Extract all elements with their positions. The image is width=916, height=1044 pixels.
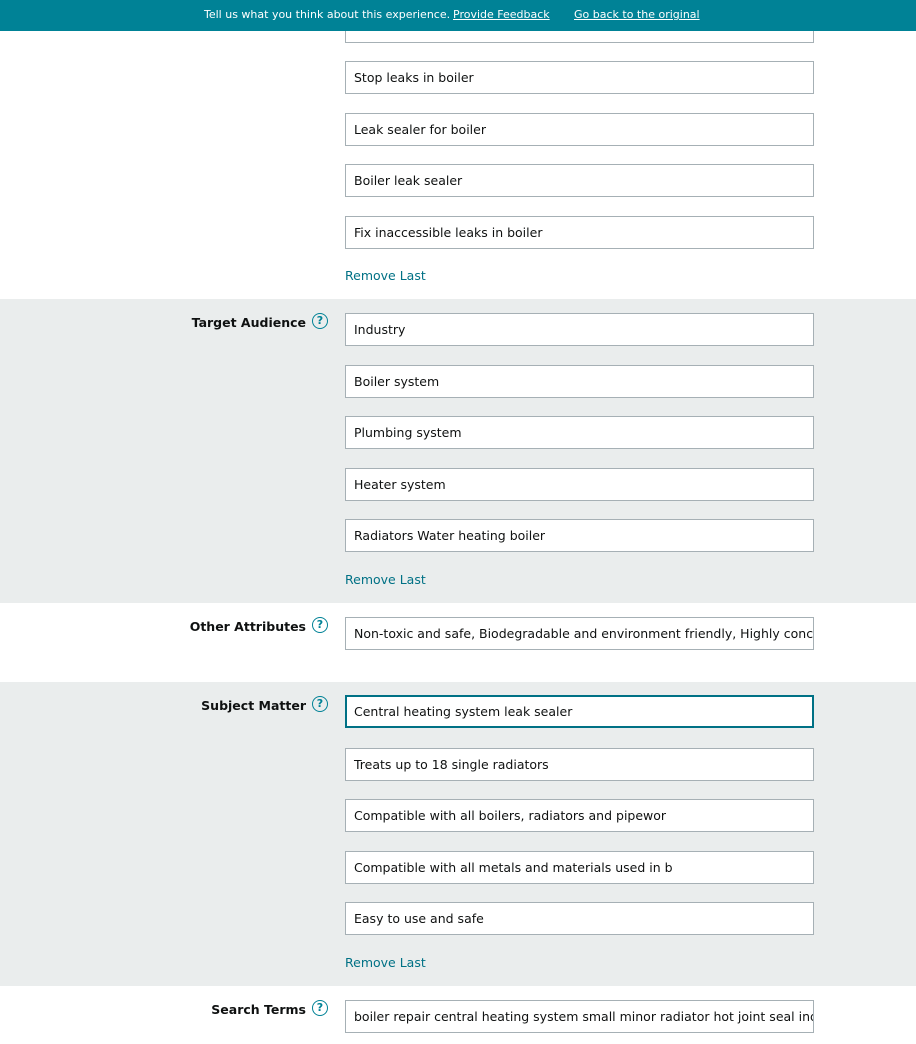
subject-matter-label: Subject Matter (201, 698, 306, 713)
other-attributes-input[interactable]: Non-toxic and safe, Biodegradable and en… (345, 617, 814, 650)
subject-matter-input[interactable]: Central heating system leak sealer (345, 695, 814, 728)
intended-use-input[interactable]: Fix inaccessible leaks in boiler (345, 216, 814, 249)
search-terms-label: Search Terms (211, 1002, 306, 1017)
help-icon[interactable]: ? (312, 313, 328, 329)
target-audience-input[interactable]: Radiators Water heating boiler (345, 519, 814, 552)
remove-last-target-audience-link[interactable]: Remove Last (345, 572, 426, 587)
provide-feedback-link[interactable]: Provide Feedback (453, 8, 550, 21)
feedback-banner: Tell us what you think about this experi… (0, 0, 916, 31)
target-audience-input[interactable]: Plumbing system (345, 416, 814, 449)
intended-use-input[interactable]: Stop leaks in boiler (345, 61, 814, 94)
subject-matter-section: Subject Matter ? Central heating system … (0, 682, 916, 986)
target-audience-section: Target Audience ? Industry Boiler system… (0, 299, 916, 603)
remove-last-intended-use-link[interactable]: Remove Last (345, 268, 426, 283)
target-audience-label: Target Audience (191, 315, 306, 330)
subject-matter-input[interactable]: Treats up to 18 single radiators (345, 748, 814, 781)
banner-message: Tell us what you think about this experi… (204, 8, 451, 21)
subject-matter-input[interactable]: Compatible with all metals and materials… (345, 851, 814, 884)
help-icon[interactable]: ? (312, 696, 328, 712)
remove-last-subject-matter-link[interactable]: Remove Last (345, 955, 426, 970)
search-terms-section: Search Terms ? boiler repair central hea… (0, 986, 916, 1044)
search-terms-input[interactable]: boiler repair central heating system sma… (345, 1000, 814, 1033)
go-back-original-link[interactable]: Go back to the original (574, 8, 700, 21)
subject-matter-input[interactable]: Compatible with all boilers, radiators a… (345, 799, 814, 832)
other-attributes-label: Other Attributes (189, 619, 306, 634)
target-audience-input[interactable]: Heater system (345, 468, 814, 501)
help-icon[interactable]: ? (312, 1000, 328, 1016)
intended-use-input[interactable]: Boiler leak sealer (345, 164, 814, 197)
target-audience-input[interactable]: Industry (345, 313, 814, 346)
target-audience-input[interactable]: Boiler system (345, 365, 814, 398)
other-attributes-section: Other Attributes ? Non-toxic and safe, B… (0, 603, 916, 682)
subject-matter-input[interactable]: Easy to use and safe (345, 902, 814, 935)
intended-use-section: Stop leaks in boiler Leak sealer for boi… (0, 0, 916, 299)
help-icon[interactable]: ? (312, 617, 328, 633)
intended-use-input[interactable]: Leak sealer for boiler (345, 113, 814, 146)
